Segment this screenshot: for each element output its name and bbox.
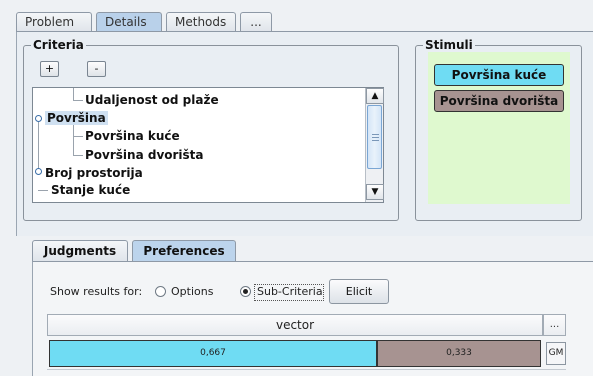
gm-method-label: GM: [546, 342, 566, 365]
tab-details[interactable]: Details: [96, 12, 162, 32]
remove-criterion-button[interactable]: -: [87, 61, 106, 77]
tree-item-broj-prostorija[interactable]: Broj prostorija: [45, 165, 143, 182]
tree-connector: [38, 122, 39, 173]
add-criterion-button[interactable]: +: [40, 61, 59, 77]
grip-line: [372, 134, 379, 135]
tab-problem[interactable]: Problem: [16, 12, 92, 32]
tree-item-label: Udaljenost od plaže: [85, 93, 219, 107]
tree-connector: [38, 190, 48, 191]
tree-item-stanje-kuce[interactable]: Stanje kuće: [51, 182, 130, 199]
vector-more-button[interactable]: ...: [543, 314, 566, 336]
tree-item-udaljenost[interactable]: Udaljenost od plaže: [85, 92, 219, 109]
tab-methods[interactable]: Methods: [166, 12, 236, 32]
criteria-tree[interactable]: Udaljenost od plaže Površina Površina ku…: [32, 87, 384, 203]
stimulus-povrsina-kuce[interactable]: Površina kuće: [434, 64, 564, 86]
preference-bar: 0,667 0,333: [49, 340, 541, 367]
stimulus-povrsina-dvorista[interactable]: Površina dvorišta: [434, 90, 564, 112]
options-radio-label[interactable]: Options: [171, 285, 213, 299]
tree-connector: [73, 136, 83, 137]
row-divider: [47, 369, 566, 370]
preference-segment-povrsina-kuce: 0,667: [49, 340, 377, 367]
tree-item-povrsina[interactable]: Površina: [45, 110, 108, 127]
radio-selected-dot: [243, 289, 248, 294]
tab-more[interactable]: ...: [240, 12, 272, 32]
scroll-thumb[interactable]: [367, 105, 382, 169]
preference-segment-povrsina-dvorista: 0,333: [377, 340, 541, 367]
tree-item-label: Površina kuće: [85, 129, 180, 143]
grip-line: [372, 137, 379, 138]
tree-item-povrsina-kuce[interactable]: Površina kuće: [85, 128, 180, 145]
scroll-up-button[interactable]: ▲: [366, 88, 384, 104]
tab-judgments[interactable]: Judgments: [32, 240, 128, 262]
stimuli-title: Stimuli: [423, 38, 475, 52]
show-results-label: Show results for:: [50, 285, 143, 298]
tree-connector: [73, 123, 74, 156]
tree-scrollbar[interactable]: ▲ ▼: [365, 88, 384, 202]
tree-connector: [73, 155, 83, 156]
options-radio[interactable]: [155, 286, 166, 297]
tree-item-label: Broj prostorija: [45, 166, 143, 180]
tree-item-label: Površina: [45, 111, 108, 125]
criteria-title: Criteria: [31, 38, 86, 52]
scroll-down-button[interactable]: ▼: [366, 184, 384, 200]
tree-item-label: Stanje kuće: [51, 183, 131, 197]
sub-criteria-radio-label[interactable]: Sub-Criteria: [257, 285, 323, 299]
tree-collapsed-node-icon[interactable]: [35, 168, 42, 175]
stimuli-area: Površina kuće Površina dvorišta: [428, 52, 570, 204]
elicit-button[interactable]: Elicit: [329, 279, 389, 304]
grip-line: [372, 140, 379, 141]
tab-preferences[interactable]: Preferences: [132, 240, 236, 262]
vector-column-header[interactable]: vector: [47, 314, 543, 336]
tree-expanded-node-icon[interactable]: [35, 115, 42, 122]
tree-item-label: Površina dvorišta: [85, 148, 204, 162]
sub-criteria-radio[interactable]: [240, 286, 251, 297]
tree-item-povrsina-dvorista[interactable]: Površina dvorišta: [85, 147, 204, 164]
tree-connector: [73, 100, 83, 101]
